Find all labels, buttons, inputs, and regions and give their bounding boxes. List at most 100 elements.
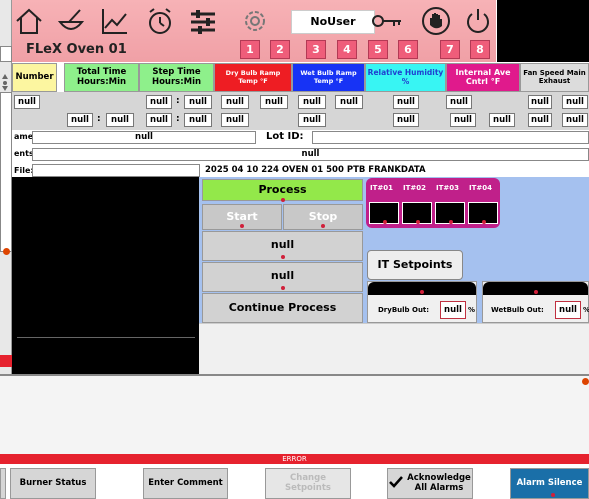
side-box [0,46,12,62]
recipe-icon[interactable] [56,6,86,36]
continue-process-button[interactable]: Continue Process [202,293,363,323]
oven-button-2[interactable]: 2 [270,40,290,59]
wet-bulb-cell[interactable]: null [298,95,326,109]
oven-button-7[interactable]: 7 [440,40,460,59]
status-display-box [497,0,589,62]
acknowledge-alarms-button[interactable]: Acknowledge All Alarms [387,468,473,499]
alert-icon [3,248,10,255]
it-label-2: IT#02 [403,184,426,192]
settings-gear-icon[interactable] [240,6,270,36]
total-min-cell[interactable]: null [106,113,134,127]
step-min-cell[interactable]: null [184,95,212,109]
fan-main-cell[interactable]: null [528,113,552,127]
wetbulb-out-panel: WetBulb Out: null % [482,281,589,323]
wet-bulb-cell[interactable]: null [298,113,326,127]
step-hours-cell[interactable]: null [146,113,172,127]
lot-id-field[interactable] [312,131,589,144]
col-header-label: Wet Bulb Ramp Temp °F [300,69,357,85]
change-setpoints-button[interactable]: Change Setpoints [265,468,351,499]
col-header-internal-ave: Internal Ave Cntrl °F [446,63,520,92]
indicator-2 [281,286,285,290]
footer-left-edge-button[interactable] [0,468,6,499]
alarm-clock-icon[interactable] [145,6,175,36]
divider [17,337,195,338]
header-bar: NoUser FLeX Oven 01 1 2 3 4 5 6 7 8 [12,0,496,62]
enter-comment-button[interactable]: Enter Comment [143,468,228,499]
col-header-label: Dry Bulb Ramp Temp °F [225,69,281,85]
stop-indicator [321,224,325,228]
internal-cell[interactable]: null [450,113,476,127]
col-header-label: Step Time Hours:Min [151,67,202,87]
scroll-arrows-icon[interactable] [2,72,8,92]
checkmark-icon [389,475,404,492]
trend-chart-icon[interactable] [100,6,130,36]
acknowledge-label: Acknowledge All Alarms [407,473,471,494]
wetbulb-out-value: null [555,301,581,319]
log-alert-icon [582,378,589,385]
name-field[interactable]: null [32,131,256,144]
it-label-4: IT#04 [469,184,492,192]
oven-button-5[interactable]: 5 [368,40,388,59]
home-icon[interactable] [14,6,44,36]
dry-bulb-cell[interactable]: null [221,95,249,109]
col-header-number: Number [12,63,57,92]
side-box [0,92,12,252]
stop-hand-icon[interactable] [421,6,451,36]
drybulb-out-panel: DryBulb Out: null % [367,281,477,323]
fan-exhaust-cell[interactable]: null [562,113,588,127]
drybulb-out-value: null [440,301,466,319]
col-header-total-time: Total Time Hours:Min [64,63,139,92]
wetbulb-out-unit: % [583,306,589,314]
start-indicator [240,224,244,228]
file-label: File: [14,166,34,175]
alarm-silence-button[interactable]: Alarm Silence [510,468,589,499]
file-field-left[interactable] [32,164,200,177]
col-header-label: Internal Ave Cntrl °F [455,67,511,86]
col-header-relative-humidity: Relative Humidity % [365,63,446,92]
it-indicator-3 [449,220,453,224]
oven-button-8[interactable]: 8 [470,40,490,59]
it-label-3: IT#03 [436,184,459,192]
burner-status-button[interactable]: Burner Status [10,468,96,499]
internal-cell-2[interactable]: null [489,113,515,127]
error-banner: ERROR [0,454,589,464]
it-indicator-1 [383,220,387,224]
video-display-panel [12,177,199,374]
col-header-label: Number [15,71,54,82]
col-header-label: Fan Speed Main Exhaust [523,68,586,85]
col-header-step-time: Step Time Hours:Min [139,63,214,92]
fan-exhaust-cell[interactable]: null [562,95,588,109]
wetbulb-out-label: WetBulb Out: [491,306,544,314]
process-indicator [281,198,285,202]
wet-bulb-cell-2[interactable]: null [335,95,363,109]
dry-bulb-cell-2[interactable]: null [260,95,288,109]
step-hours-cell[interactable]: null [146,95,172,109]
time-separator: : [176,96,180,106]
key-icon[interactable] [370,6,404,36]
internal-cell[interactable]: null [446,95,472,109]
oven-title: FLeX Oven 01 [26,42,127,57]
time-separator: : [176,114,180,124]
col-header-label: Relative Humidity % [367,68,444,86]
total-hours-cell[interactable]: null [67,113,93,127]
power-icon[interactable] [463,6,493,36]
step-min-cell[interactable]: null [184,113,212,127]
oven-button-3[interactable]: 3 [306,40,326,59]
oven-button-4[interactable]: 4 [337,40,357,59]
sliders-icon[interactable] [188,6,218,36]
it-indicator-4 [482,220,486,224]
it-indicator-2 [416,220,420,224]
it-setpoints-button[interactable]: IT Setpoints [367,250,463,280]
drybulb-indicator [420,290,424,294]
app-window: NoUser FLeX Oven 01 1 2 3 4 5 6 7 8 Numb… [0,0,589,499]
step-number-cell[interactable]: null [14,95,40,109]
humidity-cell[interactable]: null [393,95,419,109]
oven-button-6[interactable]: 6 [398,40,418,59]
fan-main-cell[interactable]: null [528,95,552,109]
user-display[interactable]: NoUser [291,10,375,34]
oven-button-1[interactable]: 1 [240,40,260,59]
events-field[interactable]: null [32,148,589,161]
drybulb-out-unit: % [468,306,476,314]
dry-bulb-cell[interactable]: null [221,113,249,127]
humidity-cell[interactable]: null [393,113,419,127]
